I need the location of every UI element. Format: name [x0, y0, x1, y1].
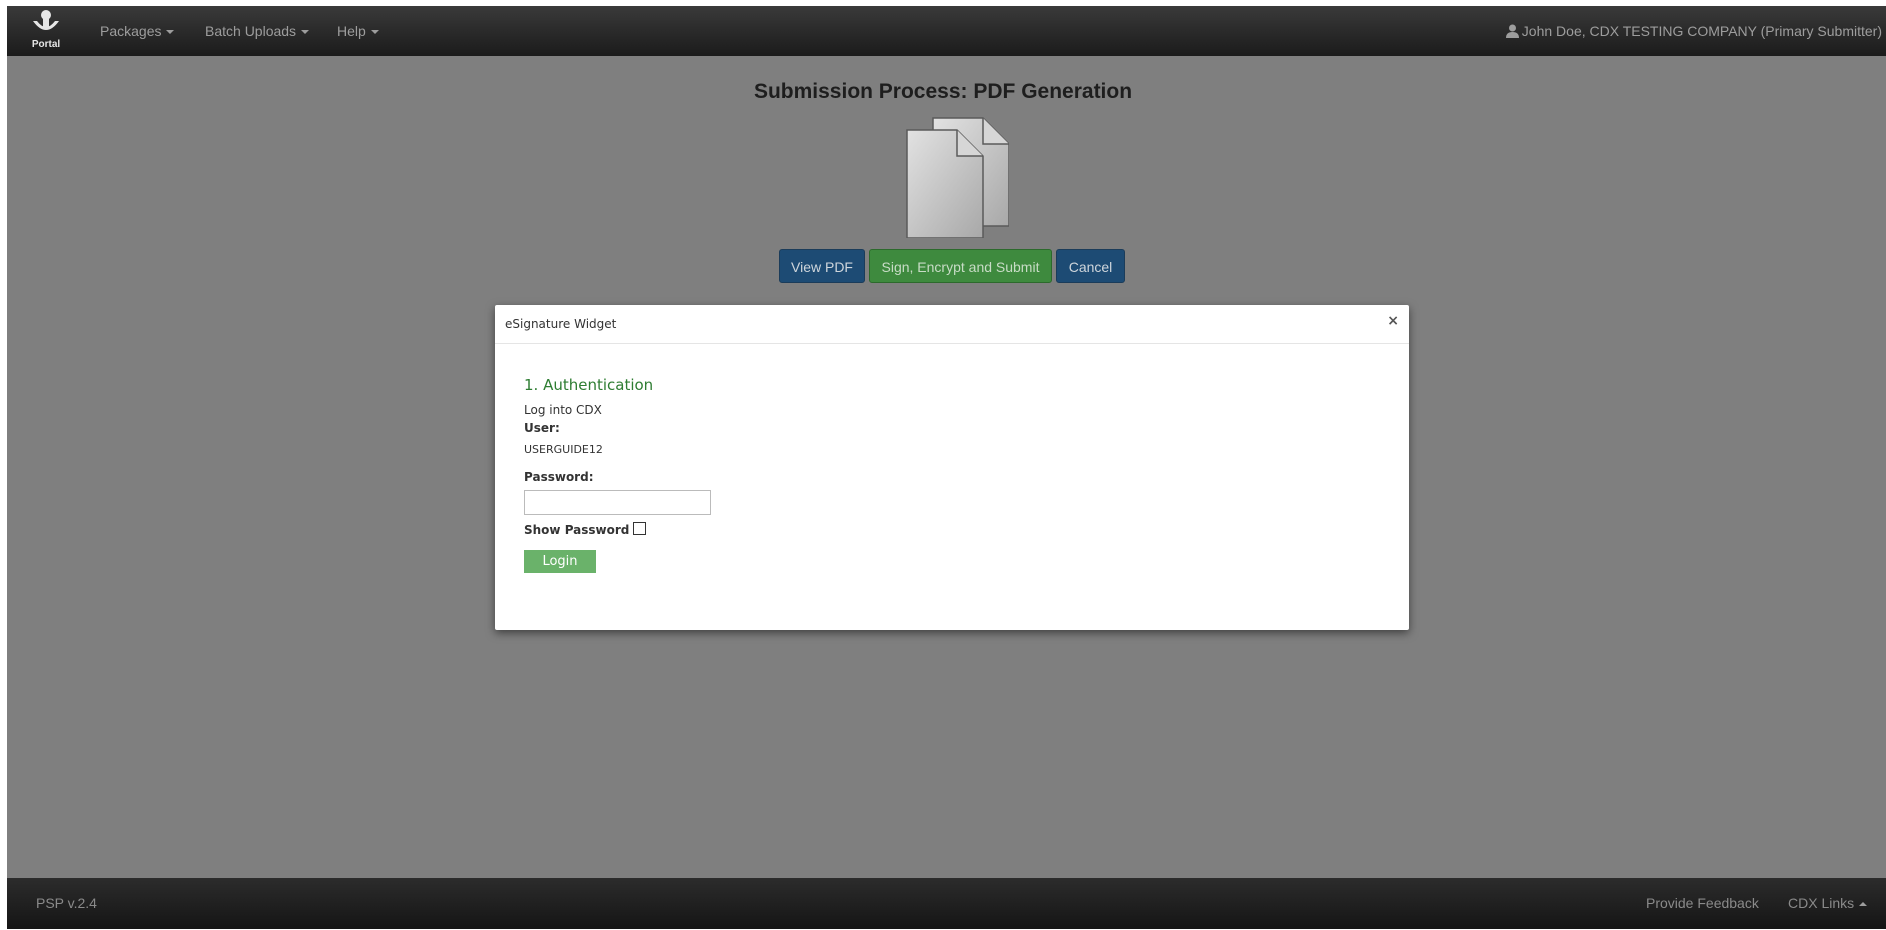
- app-frame: Portal Packages Batch Uploads Help John …: [7, 6, 1886, 929]
- version-label: PSP v.2.4: [36, 895, 97, 911]
- caret-up-icon: [1859, 902, 1868, 907]
- nav-batch-uploads[interactable]: Batch Uploads: [205, 6, 310, 56]
- top-navbar: Portal Packages Batch Uploads Help John …: [7, 6, 1886, 56]
- user-icon: [1505, 24, 1519, 38]
- section-title: 1. Authentication: [524, 376, 654, 394]
- show-password-label: Show Password: [524, 523, 630, 537]
- provide-feedback-link[interactable]: Provide Feedback: [1646, 878, 1759, 929]
- nav-help-label: Help: [337, 23, 366, 39]
- user-menu[interactable]: John Doe, CDX TESTING COMPANY (Primary S…: [1505, 6, 1882, 56]
- caret-down-icon: [370, 30, 379, 35]
- portal-logo-label: Portal: [31, 39, 61, 50]
- close-icon[interactable]: ×: [1387, 313, 1399, 329]
- modal-title: eSignature Widget: [505, 317, 617, 331]
- password-input[interactable]: [524, 490, 711, 515]
- caret-down-icon: [301, 30, 310, 35]
- cdx-links-label: CDX Links: [1788, 895, 1855, 911]
- sign-encrypt-submit-button[interactable]: Sign, Encrypt and Submit: [869, 249, 1052, 283]
- cdx-links-menu[interactable]: CDX Links: [1788, 878, 1868, 929]
- password-label: Password:: [524, 470, 594, 484]
- documents-icon: [906, 117, 1009, 238]
- user-value: USERGUIDE12: [524, 443, 603, 456]
- user-label: User:: [524, 421, 560, 435]
- modal-header: eSignature Widget ×: [495, 305, 1409, 344]
- page-title: Submission Process: PDF Generation: [753, 80, 1133, 103]
- nav-help[interactable]: Help: [337, 6, 379, 56]
- nav-batch-uploads-label: Batch Uploads: [205, 23, 297, 39]
- nav-packages[interactable]: Packages: [100, 6, 175, 56]
- show-password-row: Show Password: [524, 522, 647, 537]
- caret-down-icon: [166, 30, 175, 35]
- nav-packages-label: Packages: [100, 23, 162, 39]
- portal-logo[interactable]: Portal: [25, 9, 67, 55]
- portal-logo-icon: [33, 10, 59, 30]
- show-password-checkbox[interactable]: [633, 522, 647, 535]
- login-button[interactable]: Login: [524, 550, 596, 573]
- cancel-button[interactable]: Cancel: [1056, 249, 1125, 283]
- esignature-modal: eSignature Widget × 1. Authentication Lo…: [495, 305, 1409, 630]
- view-pdf-button[interactable]: View PDF: [779, 249, 865, 283]
- log-into-text: Log into CDX: [524, 403, 602, 417]
- footer: PSP v.2.4 Provide Feedback CDX Links: [7, 878, 1886, 929]
- user-name: John Doe, CDX TESTING COMPANY (Primary S…: [1521, 23, 1882, 39]
